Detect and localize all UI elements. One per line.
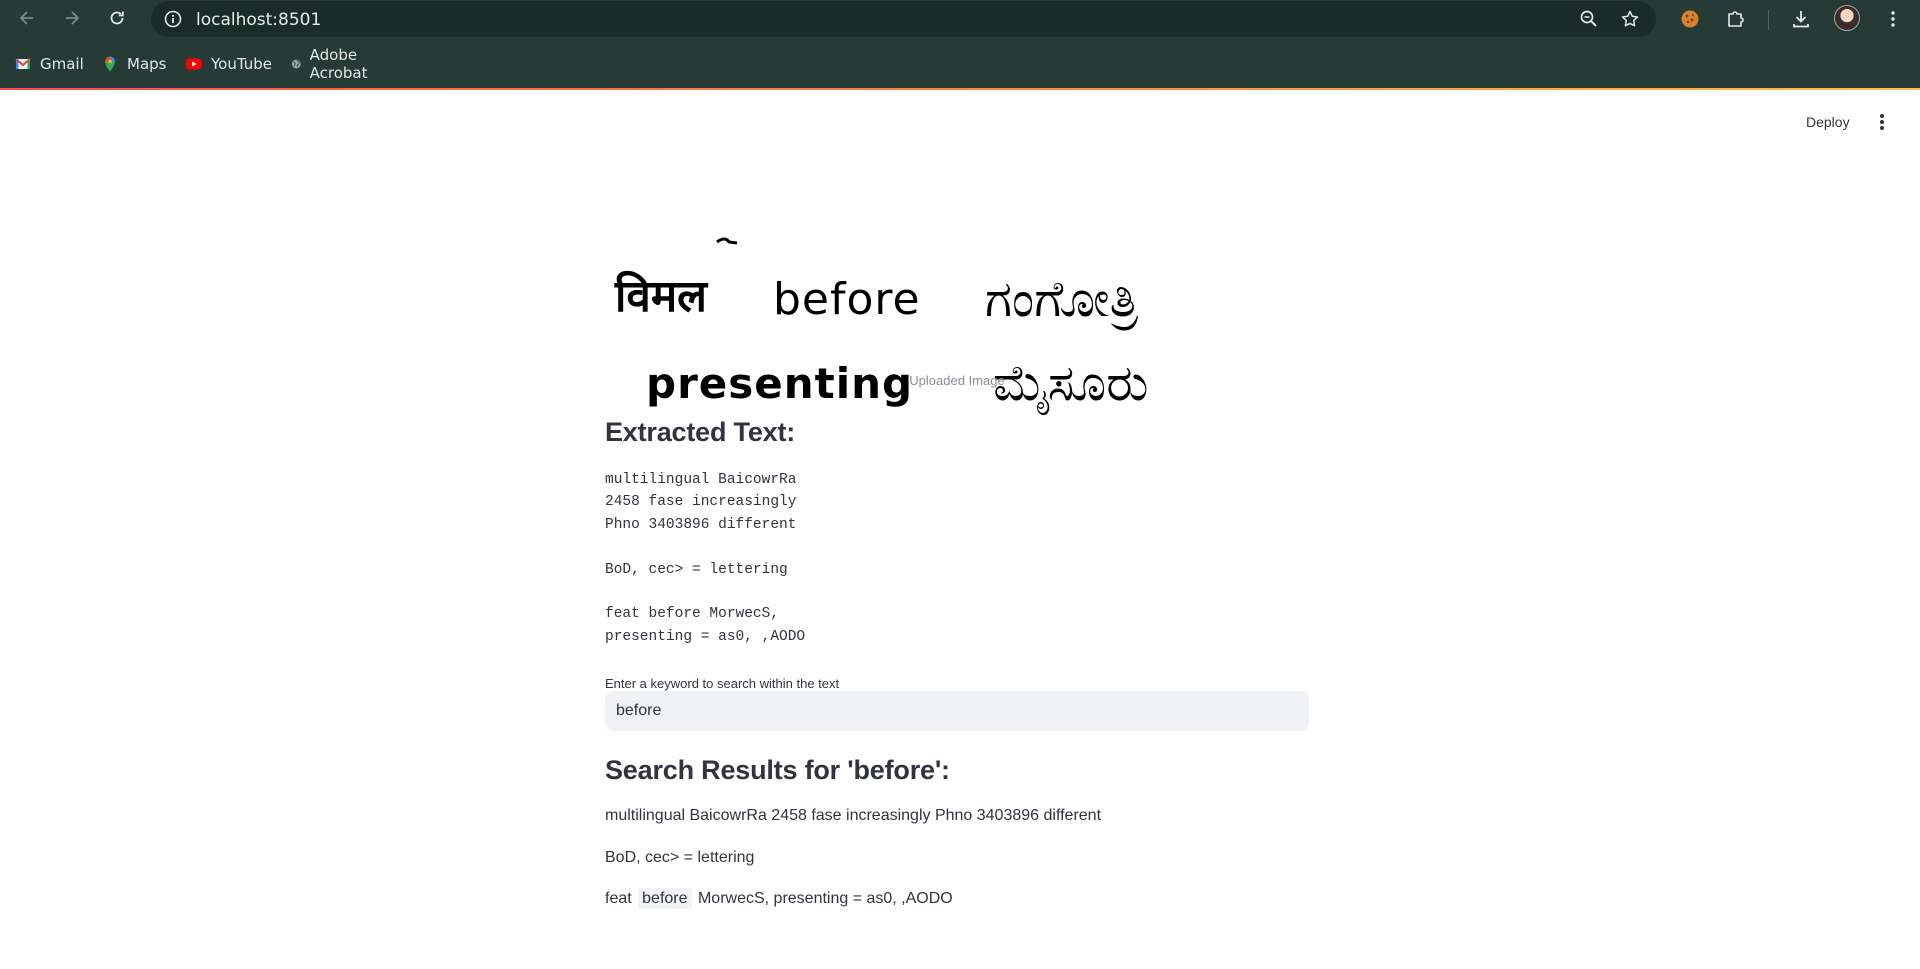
toolbar-divider <box>1768 10 1769 30</box>
reload-button[interactable] <box>103 4 131 32</box>
browser-menu-icon[interactable] <box>1882 8 1904 30</box>
search-result-paragraph: feat before MorwecS, presenting = as0, ,… <box>605 887 953 911</box>
browser-toolbar: localhost:8501 <box>0 0 1920 38</box>
extracted-text-block: multilingual BaicowrRa 2458 fase increas… <box>605 469 805 648</box>
site-info-icon[interactable] <box>163 9 183 29</box>
extracted-line: multilingual BaicowrRa <box>605 472 797 488</box>
address-bar[interactable]: localhost:8501 <box>151 1 1656 37</box>
extracted-line: Phno 3403896 different <box>605 516 797 533</box>
bookmark-star-icon[interactable] <box>1620 9 1640 29</box>
extracted-line: BoD, cec> = lettering <box>605 561 788 578</box>
browser-chrome: localhost:8501 Gmail Maps YouTube Adobe … <box>0 0 1920 90</box>
bookmark-adobe-acrobat[interactable]: Adobe Acrobat <box>291 46 375 82</box>
zoom-icon[interactable] <box>1579 9 1599 29</box>
forward-arrow-icon <box>66 11 80 25</box>
globe-icon <box>291 59 301 69</box>
uploaded-image: विमल before ಗಂಗೋತ್ರಿ presenting ಮೈಸೂರು <box>605 148 1309 448</box>
back-arrow-icon <box>19 11 33 25</box>
result-text: feat <box>605 890 632 907</box>
back-button[interactable] <box>13 4 41 32</box>
image-word-before: before <box>773 274 921 325</box>
bookmark-maps[interactable]: Maps <box>101 50 166 78</box>
search-result-paragraph: BoD, cec> = lettering <box>605 849 755 866</box>
extracted-line <box>605 536 805 558</box>
youtube-icon <box>186 58 202 70</box>
bookmark-label: YouTube <box>211 55 272 73</box>
search-results-heading: Search Results for 'before': <box>605 755 950 785</box>
uploaded-image-canvas: विमल before ಗಂಗೋತ್ರಿ presenting ಮೈಸೂರು <box>605 148 1309 448</box>
cookie-extension-icon[interactable] <box>1679 8 1701 30</box>
extensions-puzzle-icon[interactable] <box>1725 8 1747 30</box>
profile-avatar[interactable] <box>1834 5 1860 31</box>
extracted-line: feat before MorwecS, <box>605 606 780 623</box>
extracted-line: 2458 fase increasingly <box>605 494 797 511</box>
search-input[interactable] <box>606 692 1308 730</box>
app-container: Deploy विमल before ಗಂಗೋತ್ರಿ presenting ಮ… <box>0 90 1920 969</box>
bookmark-youtube[interactable]: YouTube <box>185 50 272 78</box>
image-word-vimal: विमल <box>614 270 709 322</box>
reload-icon <box>110 11 124 25</box>
highlighted-match: before <box>638 888 692 909</box>
bookmark-label: Maps <box>127 55 167 73</box>
forward-button[interactable] <box>58 4 86 32</box>
image-caption: Uploaded Image <box>909 373 1005 388</box>
gmail-icon <box>15 58 31 69</box>
image-word-gangotri: ಗಂಗೋತ್ರಿ <box>985 270 1139 330</box>
search-input-label: Enter a keyword to search within the tex… <box>605 676 840 691</box>
app-menu-icon[interactable] <box>1874 112 1890 132</box>
maps-icon <box>105 56 115 72</box>
extracted-line <box>605 581 805 603</box>
search-input-container <box>605 691 1309 731</box>
result-text: MorwecS, presenting = as0, ,AODO <box>697 890 953 907</box>
extracted-line: presenting = as0, ,AODO <box>605 628 806 645</box>
deploy-button[interactable]: Deploy <box>1806 114 1850 130</box>
bookmark-label: Adobe Acrobat <box>309 46 368 82</box>
extracted-text-heading: Extracted Text: <box>605 417 796 447</box>
download-icon[interactable] <box>1790 8 1812 30</box>
search-result-paragraph: multilingual BaicowrRa 2458 fase increas… <box>605 807 1102 824</box>
bookmark-gmail[interactable]: Gmail <box>14 50 84 78</box>
bookmark-label: Gmail <box>40 55 84 73</box>
url-text: localhost:8501 <box>196 10 322 30</box>
